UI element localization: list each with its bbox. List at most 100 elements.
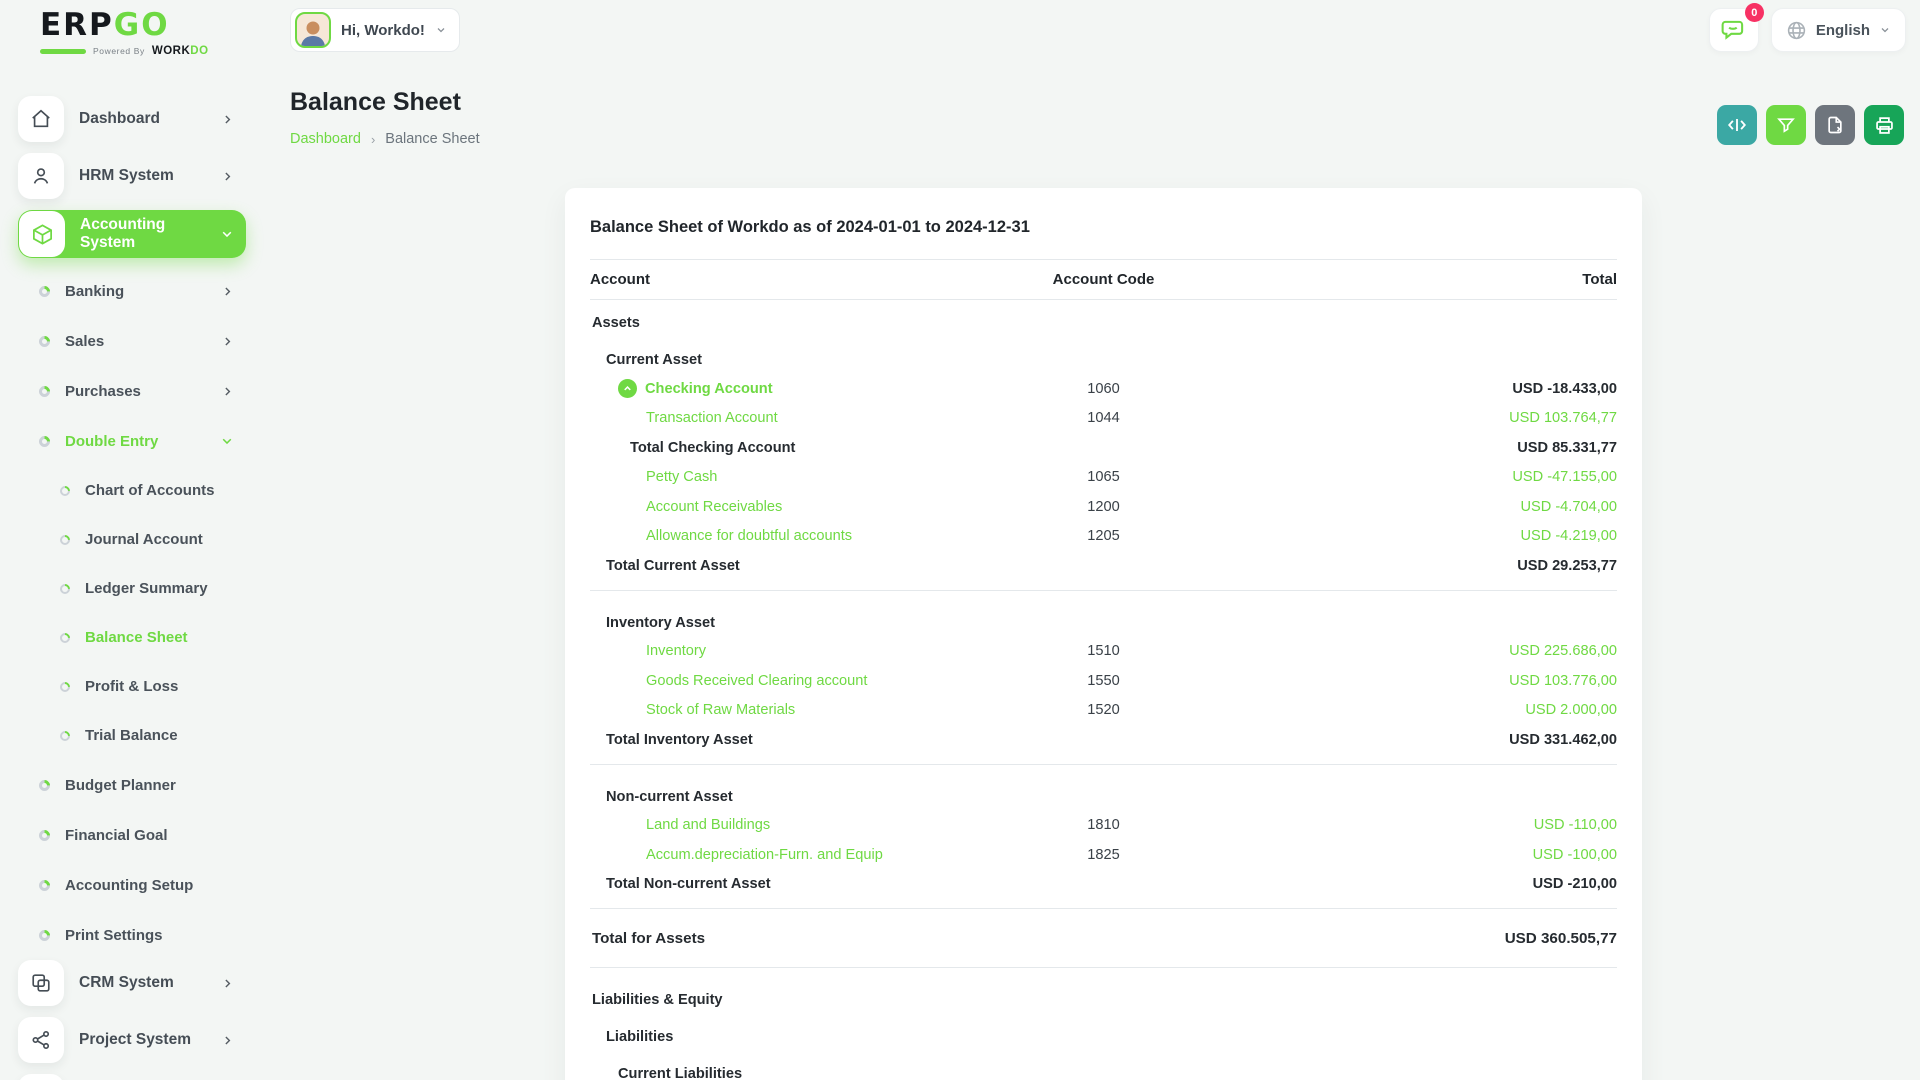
sidebar-item-banking[interactable]: Banking xyxy=(0,266,262,316)
row-label: Total Inventory Asset xyxy=(606,731,753,748)
row-label: Current Asset xyxy=(606,352,702,368)
sidebar-item-print-settings[interactable]: Print Settings xyxy=(0,910,262,960)
sidebar-item-profit-loss[interactable]: Profit & Loss xyxy=(0,662,262,711)
sidebar-item-label: CRM System xyxy=(79,974,174,991)
home-icon xyxy=(18,96,64,142)
sidebar-item-trial-balance[interactable]: Trial Balance xyxy=(0,711,262,760)
chevron-right-icon xyxy=(221,285,234,298)
sidebar-item-accounting-setup[interactable]: Accounting Setup xyxy=(0,860,262,910)
sidebar-item-label: Trial Balance xyxy=(85,727,178,744)
sidebar-item-sales[interactable]: Sales xyxy=(0,316,262,366)
sidebar-item-purchases[interactable]: Purchases xyxy=(0,366,262,416)
row-label: Assets xyxy=(592,315,640,331)
logo-erp-text: ERP xyxy=(40,7,114,43)
account-link[interactable]: Accum.depreciation-Furn. and Equip xyxy=(590,847,1004,863)
sidebar-item-label: Double Entry xyxy=(65,432,159,450)
bullet-icon xyxy=(36,877,53,893)
row-goods-received-clearing-account: Goods Received Clearing account 1550 USD 1… xyxy=(590,666,1617,696)
sidebar-item-label: Dashboard xyxy=(79,110,160,127)
sidebar-item-financial-goal[interactable]: Financial Goal xyxy=(0,810,262,860)
sidebar-item-label: Journal Account xyxy=(85,531,203,548)
account-link[interactable]: Inventory xyxy=(590,643,1004,659)
bullet-icon xyxy=(36,333,53,349)
filter-button[interactable] xyxy=(1766,105,1806,145)
breadcrumb: Dashboard › Balance Sheet xyxy=(290,131,480,147)
row-total-non-current-asset: Total Non-current Asset USD -210,00 xyxy=(590,870,1617,900)
account-code: 1200 xyxy=(1087,498,1120,515)
funnel-icon xyxy=(1776,115,1796,135)
row-label: Total Checking Account xyxy=(630,439,796,456)
account-code: 1810 xyxy=(1087,817,1120,834)
page-title: Balance Sheet xyxy=(290,88,461,116)
row-accum-depreciation-furn-and-equip: Accum.depreciation-Furn. and Equip 1825 US… xyxy=(590,840,1617,870)
bullet-icon xyxy=(36,777,53,793)
chevron-right-icon xyxy=(221,1034,234,1047)
user-menu-button[interactable]: Hi, Workdo! xyxy=(290,8,460,52)
row-account-receivables: Account Receivables 1200 USD -4.704,00 xyxy=(590,492,1617,522)
sidebar-item-hrm-system[interactable]: HRM System xyxy=(18,153,246,199)
bullet-icon xyxy=(36,433,53,449)
row-label: Current Liabilities xyxy=(618,1066,743,1080)
language-selector[interactable]: English xyxy=(1770,8,1906,52)
chevron-right-icon xyxy=(221,385,234,398)
workdo-label: WORKDO xyxy=(151,45,209,57)
sidebar-item-user-management[interactable]: User Management xyxy=(18,1074,246,1080)
account-link[interactable]: Goods Received Clearing account xyxy=(590,673,1004,689)
sidebar-item-dashboard[interactable]: Dashboard xyxy=(18,96,246,142)
account-link[interactable]: Checking Account xyxy=(590,379,1004,399)
account-link[interactable]: Petty Cash xyxy=(590,469,1004,485)
account-total: USD 103.764,77 xyxy=(1509,410,1617,427)
collapse-toggle-icon[interactable] xyxy=(618,379,637,399)
section-divider xyxy=(590,967,1617,968)
sidebar-item-crm-system[interactable]: CRM System xyxy=(18,960,246,1006)
report-toolbar xyxy=(1717,105,1904,145)
row-land-and-buildings: Land and Buildings 1810 USD -110,00 xyxy=(590,811,1617,841)
powered-by-label: Powered By xyxy=(93,46,145,56)
notification-badge: 0 xyxy=(1744,3,1764,22)
row-label: Liabilities & Equity xyxy=(592,992,723,1008)
users-icon xyxy=(18,1074,64,1080)
bullet-icon xyxy=(36,927,53,943)
account-link[interactable]: Account Receivables xyxy=(590,499,1004,515)
account-total: USD 103.776,00 xyxy=(1509,672,1617,689)
account-code: 1550 xyxy=(1087,672,1120,689)
bullet-icon xyxy=(57,532,73,547)
sidebar-item-double-entry[interactable]: Double Entry xyxy=(0,416,262,466)
sidebar-item-ledger-summary[interactable]: Ledger Summary xyxy=(0,564,262,613)
bullet-icon xyxy=(36,827,53,843)
account-code: 1065 xyxy=(1087,469,1120,486)
messenger-button[interactable]: 0 xyxy=(1708,3,1764,52)
chat-bubble-icon xyxy=(1721,17,1747,43)
row-liabilities-equity: Liabilities & Equity xyxy=(590,977,1617,1014)
sidebar-item-label: Budget Planner xyxy=(65,776,176,794)
file-export-icon xyxy=(1825,115,1845,135)
row-petty-cash: Petty Cash 1065 USD -47.155,00 xyxy=(590,463,1617,493)
breadcrumb-dashboard-link[interactable]: Dashboard xyxy=(290,131,361,147)
account-code: 1520 xyxy=(1087,702,1120,719)
account-total: USD -4.704,00 xyxy=(1520,498,1617,515)
export-file-button[interactable] xyxy=(1815,105,1855,145)
app-logo: ERPGO Powered By WORKDO xyxy=(40,10,209,57)
print-button[interactable] xyxy=(1864,105,1904,145)
breadcrumb-separator: › xyxy=(370,131,376,147)
row-total-checking-account: Total Checking Account USD 85.331,77 xyxy=(590,433,1617,463)
user-icon xyxy=(18,153,64,199)
toggle-columns-button[interactable] xyxy=(1717,105,1757,145)
bullet-icon xyxy=(57,679,73,694)
row-non-current-asset: Non-current Asset xyxy=(590,774,1617,811)
breadcrumb-current: Balance Sheet xyxy=(385,131,480,147)
account-link[interactable]: Allowance for doubtful accounts xyxy=(590,528,1004,544)
account-link[interactable]: Transaction Account xyxy=(590,410,1004,426)
sidebar-item-budget-planner[interactable]: Budget Planner xyxy=(0,760,262,810)
logo-go-text: GO xyxy=(113,7,170,43)
sidebar-item-accounting-system[interactable]: Accounting System xyxy=(18,210,246,258)
sidebar-item-label: Purchases xyxy=(65,382,141,400)
sidebar-item-project-system[interactable]: Project System xyxy=(18,1017,246,1063)
account-total: USD -4.219,00 xyxy=(1520,528,1617,545)
account-link[interactable]: Stock of Raw Materials xyxy=(590,702,1004,718)
sidebar-item-balance-sheet[interactable]: Balance Sheet xyxy=(0,613,262,662)
sidebar-item-chart-of-accounts[interactable]: Chart of Accounts xyxy=(0,466,262,515)
account-link[interactable]: Land and Buildings xyxy=(590,817,1004,833)
sidebar-item-journal-account[interactable]: Journal Account xyxy=(0,515,262,564)
row-checking-account: Checking Account 1060 USD -18.433,00 xyxy=(590,374,1617,404)
